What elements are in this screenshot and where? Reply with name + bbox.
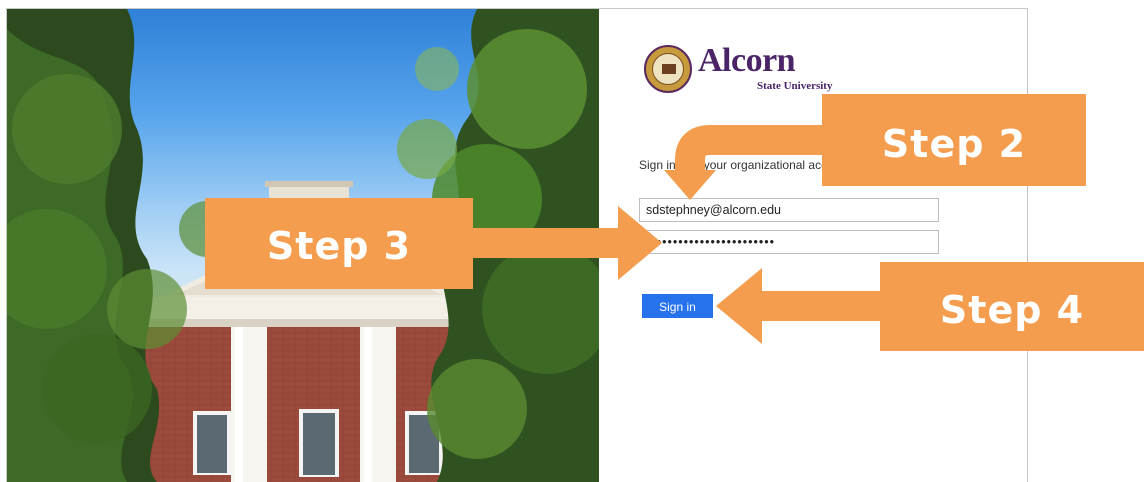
signin-panel: Alcorn State University Sign in with you… (599, 9, 1027, 482)
signin-button[interactable]: Sign in (642, 294, 713, 318)
password-field[interactable]: •••••••••••••••••••••••• (639, 230, 939, 254)
signin-instruction: Sign in with your organizational account (639, 158, 851, 172)
step2-callout: Step 2 (822, 94, 1086, 186)
signin-window: Alcorn State University Sign in with you… (6, 8, 1028, 482)
logo-subtitle: State University (757, 80, 833, 92)
step3-callout: Step 3 (205, 198, 473, 289)
email-field[interactable]: sdstephney@alcorn.edu (639, 198, 939, 222)
logo-name: Alcorn (698, 42, 796, 79)
step4-callout: Step 4 (880, 262, 1144, 351)
university-seal-icon (644, 45, 692, 93)
alcorn-logo: Alcorn State University (644, 42, 832, 97)
